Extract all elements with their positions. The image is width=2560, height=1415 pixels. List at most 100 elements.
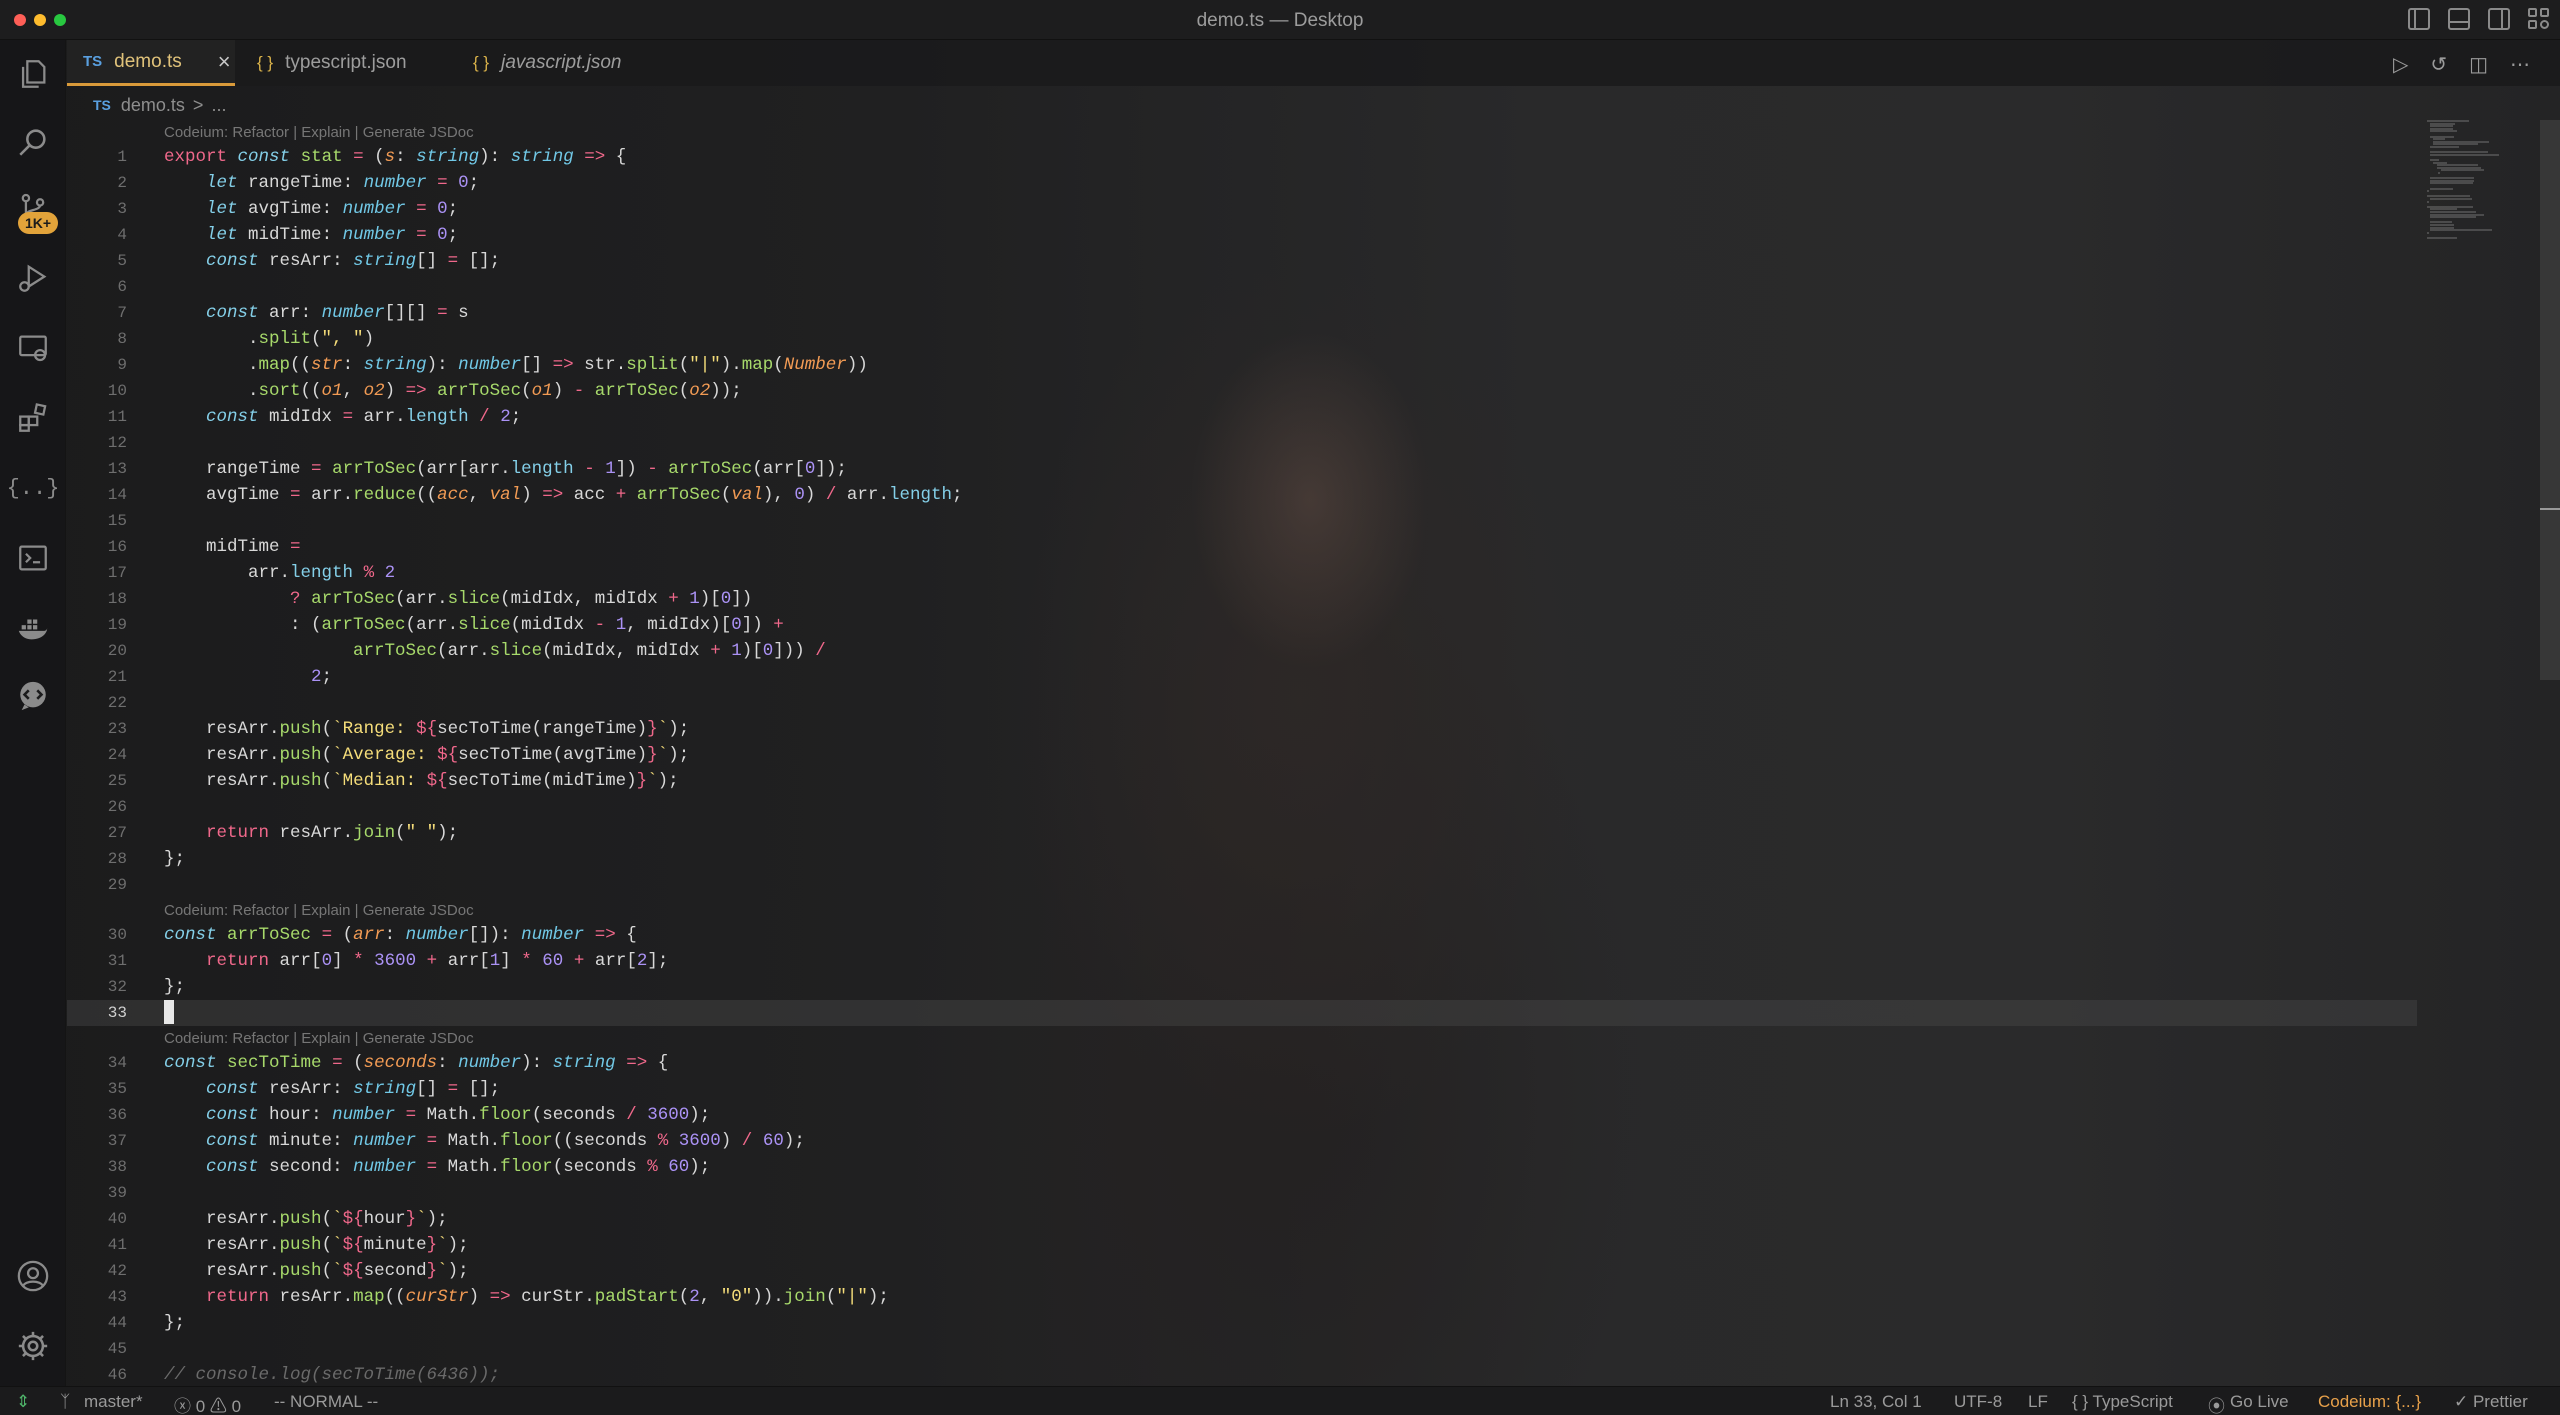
minimap[interactable] (2427, 120, 2537, 250)
code-line[interactable]: 6 (67, 274, 2417, 300)
code-line[interactable]: 40 resArr.push(`${hour}`); (67, 1206, 2417, 1232)
docker-icon[interactable] (15, 610, 51, 646)
code-line[interactable]: 39 (67, 1180, 2417, 1206)
line-number: 36 (107, 1106, 127, 1124)
code-line[interactable]: 41 resArr.push(`${minute}`); (67, 1232, 2417, 1258)
code-line[interactable]: 15 (67, 508, 2417, 534)
code-line[interactable]: 24 resArr.push(`Average: ${secToTime(avg… (67, 742, 2417, 768)
code-line[interactable]: 31 return arr[0] * 3600 + arr[1] * 60 + … (67, 948, 2417, 974)
status-bar: ⇕ ᛉ master* ⓧ 0 ⚠ 0 -- NORMAL -- Ln 33, … (0, 1386, 2560, 1415)
account-icon[interactable] (15, 1258, 51, 1294)
cursor-position[interactable]: Ln 33, Col 1 (1830, 1392, 1922, 1412)
code-line[interactable]: 34 const secToTime = (seconds: number): s… (67, 1050, 2417, 1076)
codeium-codelens[interactable]: Codeium: Refactor | Explain | Generate J… (164, 123, 474, 143)
code-line[interactable]: 1 export const stat = (s: string): string… (67, 144, 2417, 170)
branch-icon[interactable]: ᛉ (60, 1392, 70, 1412)
code-line[interactable]: 43 return resArr.map((curStr) => curStr.… (67, 1284, 2417, 1310)
code-line[interactable]: 20 arrToSec(arr.slice(midIdx, midIdx + 1… (67, 638, 2417, 664)
settings-gear-icon[interactable] (15, 1328, 51, 1364)
code-text: const arr: number[][] = s (206, 303, 469, 323)
code-line[interactable]: 9 .map((str: string): number[] => str.sp… (67, 352, 2417, 378)
breadcrumb-symbol[interactable]: ... (211, 95, 226, 116)
extensions-icon[interactable] (15, 400, 51, 436)
problems-indicator[interactable]: ⓧ 0 ⚠ 0 (174, 1392, 241, 1415)
go-live-icon[interactable]: ⦿ (2208, 1392, 2225, 1415)
code-text: const hour: number = Math.floor(seconds … (206, 1105, 711, 1125)
code-text: const secToTime = (seconds: number): str… (164, 1053, 669, 1073)
code-line[interactable]: 16 midTime = (67, 534, 2417, 560)
remote-explorer-icon[interactable] (15, 330, 51, 366)
code-line[interactable]: 8 .split(", ") (67, 326, 2417, 352)
remote-indicator-icon[interactable]: ⇕ (16, 1392, 30, 1412)
code-line[interactable]: 17 arr.length % 2 (67, 560, 2417, 586)
code-line[interactable]: 18 ? arrToSec(arr.slice(midIdx, midIdx +… (67, 586, 2417, 612)
code-line[interactable]: 21 2; (67, 664, 2417, 690)
prettier-status[interactable]: ✓ Prettier (2454, 1392, 2528, 1412)
language-mode[interactable]: { } TypeScript (2072, 1392, 2173, 1412)
codeium-chat-icon[interactable] (15, 678, 51, 714)
code-line[interactable]: 7 const arr: number[][] = s (67, 300, 2417, 326)
tab-demo-ts[interactable]: TS demo.ts × (67, 40, 235, 86)
explorer-icon[interactable] (15, 56, 51, 92)
code-line[interactable]: 19 : (arrToSec(arr.slice(midIdx - 1, mid… (67, 612, 2417, 638)
codeium-codelens[interactable]: Codeium: Refactor | Explain | Generate J… (164, 1029, 474, 1049)
code-editor[interactable]: Codeium: Refactor | Explain | Generate J… (67, 120, 2417, 1385)
line-number: 13 (107, 460, 127, 478)
code-line[interactable]: 26 (67, 794, 2417, 820)
breadcrumb-file[interactable]: demo.ts (121, 95, 185, 116)
code-line[interactable]: 28}; (67, 846, 2417, 872)
customize-layout-icon[interactable] (2528, 8, 2550, 30)
split-editor-icon[interactable]: ◫ (2469, 52, 2488, 77)
toggle-panel-icon[interactable] (2448, 8, 2470, 30)
run-icon[interactable]: ▷ (2393, 52, 2408, 77)
vertical-scrollbar[interactable] (2540, 120, 2560, 680)
line-number: 19 (107, 616, 127, 634)
codeium-codelens[interactable]: Codeium: Refactor | Explain | Generate J… (164, 901, 474, 921)
code-line[interactable]: 2 let rangeTime: number = 0; (67, 170, 2417, 196)
code-line[interactable]: 46 // console.log(secToTime(6436)); (67, 1362, 2417, 1388)
code-line[interactable]: 32}; (67, 974, 2417, 1000)
code-line[interactable]: 10 .sort((o1, o2) => arrToSec(o1) - arrT… (67, 378, 2417, 404)
code-line[interactable]: 27 return resArr.join(" "); (67, 820, 2417, 846)
code-line[interactable]: 5 const resArr: string[] = []; (67, 248, 2417, 274)
code-line[interactable]: 22 (67, 690, 2417, 716)
code-line[interactable]: 38 const second: number = Math.floor(sec… (67, 1154, 2417, 1180)
editor-actions: ▷ ↺ ◫ ⋯ (2393, 52, 2530, 77)
toggle-sidebar-icon[interactable] (2408, 8, 2430, 30)
code-line[interactable]: 23 resArr.push(`Range: ${secToTime(range… (67, 716, 2417, 742)
search-icon[interactable] (15, 124, 51, 160)
code-line[interactable]: 12 (67, 430, 2417, 456)
run-debug-icon[interactable] (15, 260, 51, 296)
tab-typescript-json[interactable]: { } typescript.json (241, 40, 423, 86)
code-line[interactable]: 29 (67, 872, 2417, 898)
code-line[interactable]: 36 const hour: number = Math.floor(secon… (67, 1102, 2417, 1128)
line-number: 10 (107, 382, 127, 400)
more-actions-icon[interactable]: ⋯ (2510, 52, 2530, 77)
tab-javascript-json[interactable]: { } javascript.json (457, 40, 637, 86)
git-branch[interactable]: master* (84, 1392, 143, 1412)
terminal-icon[interactable] (15, 540, 51, 576)
code-line[interactable]: 4 let midTime: number = 0; (67, 222, 2417, 248)
code-line[interactable]: 35 const resArr: string[] = []; (67, 1076, 2417, 1102)
code-line[interactable]: 33 (67, 1000, 2417, 1026)
go-live-button[interactable]: Go Live (2230, 1392, 2289, 1412)
json-tools-icon[interactable]: {..} (7, 470, 60, 506)
file-encoding[interactable]: UTF-8 (1954, 1392, 2002, 1412)
code-line[interactable]: 3 let avgTime: number = 0; (67, 196, 2417, 222)
code-text: : (arrToSec(arr.slice(midIdx - 1, midIdx… (164, 615, 784, 635)
code-line[interactable]: 42 resArr.push(`${second}`); (67, 1258, 2417, 1284)
toggle-secondary-sidebar-icon[interactable] (2488, 8, 2510, 30)
code-text: return resArr.map((curStr) => curStr.pad… (206, 1287, 889, 1307)
code-line[interactable]: 13 rangeTime = arrToSec(arr[arr.length -… (67, 456, 2417, 482)
code-line[interactable]: 25 resArr.push(`Median: ${secToTime(midT… (67, 768, 2417, 794)
code-line[interactable]: 45 (67, 1336, 2417, 1362)
end-of-line[interactable]: LF (2028, 1392, 2048, 1412)
timeline-history-icon[interactable]: ↺ (2430, 52, 2447, 77)
close-tab-icon[interactable]: × (218, 49, 231, 75)
codeium-status[interactable]: Codeium: {...} (2318, 1392, 2421, 1412)
code-line[interactable]: 11 const midIdx = arr.length / 2; (67, 404, 2417, 430)
code-line[interactable]: 30 const arrToSec = (arr: number[]): numb… (67, 922, 2417, 948)
code-line[interactable]: 37 const minute: number = Math.floor((se… (67, 1128, 2417, 1154)
code-line[interactable]: 44}; (67, 1310, 2417, 1336)
code-line[interactable]: 14 avgTime = arr.reduce((acc, val) => ac… (67, 482, 2417, 508)
